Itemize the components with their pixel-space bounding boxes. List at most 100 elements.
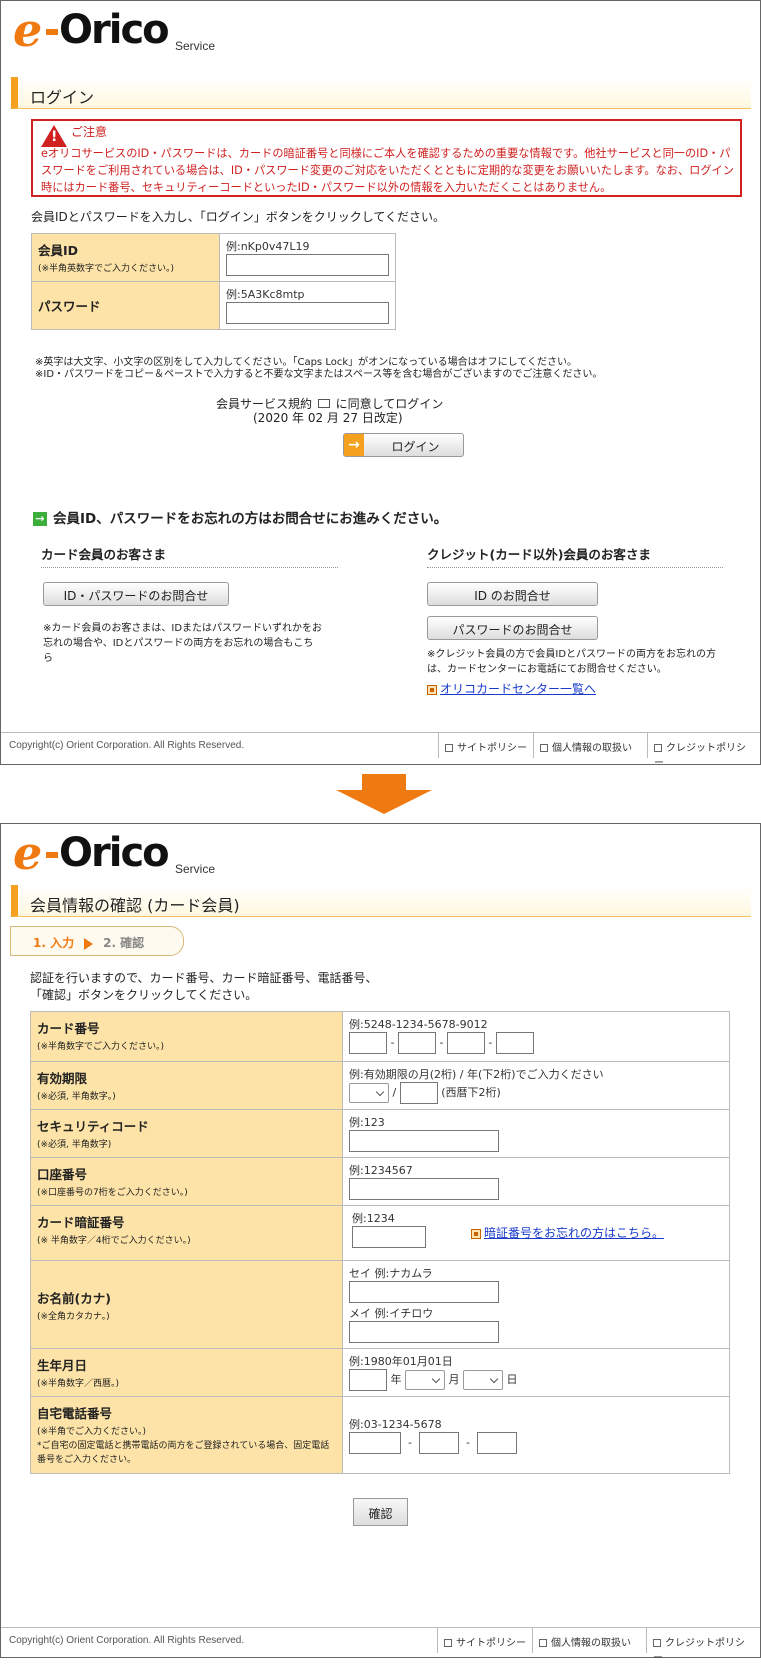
account-label-cell: 口座番号 (※口座番号の7桁をご入力ください。) — [30, 1157, 343, 1206]
name-cell: セイ 例:ナカムラ メイ 例:イチロウ — [342, 1260, 730, 1349]
account-note: (※口座番号の7桁をご入力ください。) — [37, 1188, 188, 1198]
credit-note: ※クレジット会員の方で会員IDとパスワードの両方をお忘れの方は、カードセンターに… — [427, 649, 717, 675]
expiry-example: 例:有効期限の月(2桁) / 年(下2桁)でご入力ください — [349, 1068, 604, 1081]
birth-month-select[interactable] — [405, 1370, 445, 1390]
pw-example: 例:5A3Kc8mtp — [226, 288, 305, 301]
name-label-cell: お名前(カナ) (※全角カタカナ。) — [30, 1260, 343, 1349]
security-code-cell: 例:123 — [342, 1109, 730, 1158]
phone-cell: 例:03-1234-5678 - - — [342, 1396, 730, 1474]
pw-value-cell: 例:5A3Kc8mtp — [219, 281, 396, 330]
login-button-label: ログイン — [391, 440, 440, 454]
birth-day-select[interactable] — [463, 1370, 503, 1390]
phone-input-2[interactable] — [418, 1432, 459, 1454]
link-square-icon — [654, 744, 662, 752]
link-square-icon — [540, 744, 548, 752]
day-unit: 日 — [506, 1373, 518, 1386]
credit-policy-label: クレジットポリシー — [654, 743, 746, 769]
name-note: (※全角カタカナ。) — [37, 1311, 110, 1322]
arrow-stem — [362, 774, 406, 790]
login-screen: e Orico Service ログイン ご注意 eオリコサービスのID・パスワ… — [0, 0, 761, 769]
card-number-label: カード番号 — [37, 1021, 100, 1036]
privacy-link[interactable]: 個人情報の取扱い — [532, 1628, 637, 1653]
card-id-pw-inquiry-button[interactable]: ID・パスワードのお問合せ — [43, 582, 229, 606]
phone-note: (※半角でご入力ください。) — [37, 1427, 147, 1437]
account-example: 例:1234567 — [349, 1164, 413, 1177]
caution-text: eオリコサービスのID・パスワードは、カードの暗証番号と同様にご本人を確認するた… — [41, 147, 734, 194]
step-input: 1. 入力 — [33, 936, 75, 950]
logo-service: Service — [175, 862, 216, 876]
card-number-input-1[interactable] — [349, 1032, 387, 1054]
birthdate-label-cell: 生年月日 (※半角数字／西暦。) — [30, 1348, 343, 1397]
forgot-heading: → 会員ID、パスワードをお忘れの方はお問合せにお進みください。 — [33, 507, 447, 527]
account-number-input[interactable] — [349, 1178, 499, 1200]
step-indicator: 1. 入力 2. 確認 — [10, 926, 184, 956]
pin-input[interactable] — [352, 1226, 426, 1248]
mei-example: メイ 例:イチロウ — [349, 1307, 434, 1320]
birth-year-input[interactable] — [349, 1369, 387, 1391]
page-title: 会員情報の確認 (カード会員) — [11, 885, 751, 917]
confirm-button[interactable]: 確認 — [353, 1498, 408, 1526]
privacy-label: 個人情報の取扱い — [551, 1638, 631, 1649]
phone-note-2: *ご自宅の固定電話と携帯電話の両方をご登録されている場合、固定電話番号をご入力く… — [37, 1441, 330, 1465]
card-note: ※カード会員のお客さまは、IDまたはパスワードいずれかをお忘れの場合や、IDとパ… — [43, 623, 323, 664]
eorico-logo[interactable]: e Orico Service — [13, 3, 233, 57]
pin-label-cell: カード暗証番号 (※ 半角数字／4桁でご入力ください。) — [30, 1205, 343, 1261]
pin-cell: 例:1234 暗証番号をお忘れの方はこちら。 — [342, 1205, 730, 1261]
pin-forgot-link[interactable]: 暗証番号をお忘れの方はこちら。 — [484, 1226, 664, 1240]
eorico-logo[interactable]: e Orico Service — [13, 826, 233, 880]
id-label-cell: 会員ID (※半角英数字でご入力ください。) — [31, 233, 220, 282]
id-label: 会員ID — [38, 243, 79, 258]
sei-input[interactable] — [349, 1281, 499, 1303]
link-icon — [471, 1228, 481, 1239]
card-center-link[interactable]: オリコカードセンター一覧へ — [440, 682, 596, 696]
login-button[interactable]: → ログイン — [343, 433, 464, 457]
birthdate-cell: 例:1980年01月01日 年 月 日 — [342, 1348, 730, 1397]
site-policy-link[interactable]: サイトポリシー — [438, 733, 533, 758]
phone-label-cell: 自宅電話番号 (※半角でご入力ください。) *ご自宅の固定電話と携帯電話の両方を… — [30, 1396, 343, 1474]
privacy-link[interactable]: 個人情報の取扱い — [533, 733, 638, 758]
pw-label-cell: パスワード — [31, 281, 220, 330]
phone-input-3[interactable] — [476, 1432, 517, 1454]
birthdate-note: (※半角数字／西暦。) — [37, 1379, 120, 1389]
site-policy-label: サイトポリシー — [457, 743, 527, 754]
privacy-label: 個人情報の取扱い — [552, 743, 632, 754]
security-code-input[interactable] — [349, 1130, 499, 1152]
card-number-input-3[interactable] — [446, 1032, 485, 1054]
footer: Copyright(c) Orient Corporation. All Rig… — [1, 732, 760, 769]
password-input[interactable] — [226, 302, 389, 324]
login-instruction: 会員IDとパスワードを入力し、「ログイン」ボタンをクリックしてください。 — [31, 210, 446, 224]
member-id-input[interactable] — [226, 254, 389, 276]
card-number-input-4[interactable] — [495, 1032, 534, 1054]
account-label: 口座番号 — [37, 1167, 88, 1182]
site-policy-link[interactable]: サイトポリシー — [437, 1628, 532, 1653]
credit-policy-link[interactable]: クレジットポリシー — [647, 733, 760, 769]
expiry-year-input[interactable] — [399, 1082, 438, 1104]
name-label: お名前(カナ) — [37, 1290, 111, 1306]
security-code-label: セキュリティコード — [37, 1119, 149, 1134]
logo-dash — [46, 852, 58, 858]
expiry-note: (※必須, 半角数字。) — [37, 1092, 116, 1102]
copyright: Copyright(c) Orient Corporation. All Rig… — [9, 740, 245, 751]
id-value-cell: 例:nKp0v47L19 — [219, 233, 396, 282]
birthdate-label: 生年月日 — [37, 1358, 88, 1373]
mei-input[interactable] — [349, 1321, 499, 1343]
logo-dash — [46, 29, 58, 35]
id-example: 例:nKp0v47L19 — [226, 240, 310, 253]
logo-e: e — [13, 826, 43, 880]
step-arrow-icon — [84, 937, 94, 950]
down-arrow-icon — [336, 774, 432, 814]
id-inquiry-button[interactable]: ID のお問合せ — [427, 582, 598, 606]
window-icon — [317, 399, 330, 408]
credit-policy-link[interactable]: クレジットポリシー — [646, 1628, 760, 1664]
sei-example: セイ 例:ナカムラ — [349, 1267, 433, 1280]
expiry-month-select[interactable] — [349, 1083, 389, 1103]
card-number-input-2[interactable] — [397, 1032, 436, 1054]
link-icon — [427, 684, 437, 695]
link-square-icon — [653, 1639, 661, 1647]
password-inquiry-button[interactable]: パスワードのお問合せ — [427, 616, 598, 640]
logo-e: e — [13, 3, 43, 57]
copyright: Copyright(c) Orient Corporation. All Rig… — [9, 1635, 245, 1646]
phone-input-1[interactable] — [349, 1432, 401, 1454]
security-code-label-cell: セキュリティコード (※必須, 半角数字) — [30, 1109, 343, 1158]
expiry-label: 有効期限 — [37, 1071, 88, 1086]
